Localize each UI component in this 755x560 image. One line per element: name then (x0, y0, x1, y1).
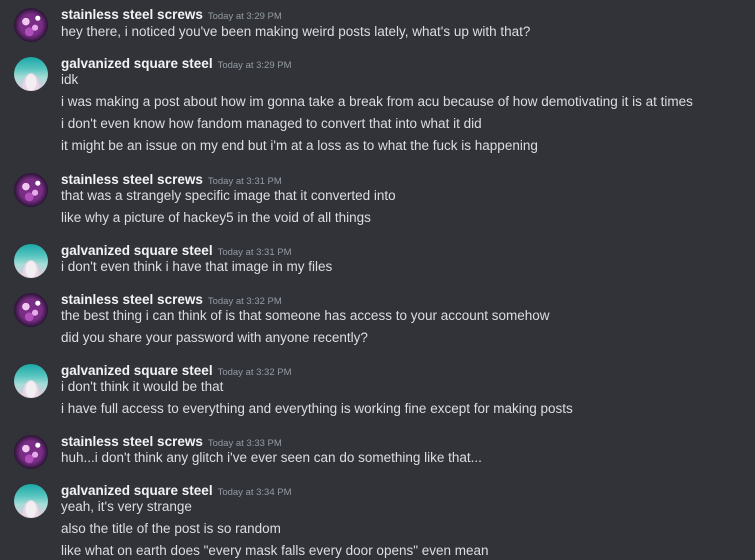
avatar[interactable] (14, 57, 48, 91)
message-text: the best thing i can think of is that so… (61, 308, 550, 323)
avatar[interactable] (14, 435, 48, 469)
timestamp: Today at 3:29 PM (217, 60, 292, 71)
username[interactable]: stainless steel screws (61, 7, 203, 22)
username[interactable]: stainless steel screws (61, 292, 203, 307)
message-text: i have full access to everything and eve… (61, 401, 573, 416)
message-header: stainless steel screws Today at 3:29 PM (61, 6, 282, 24)
username[interactable]: galvanized square steel (61, 363, 213, 378)
message-text: also the title of the post is so random (61, 521, 281, 536)
timestamp: Today at 3:31 PM (217, 247, 292, 258)
timestamp: Today at 3:34 PM (217, 487, 292, 498)
avatar[interactable] (14, 484, 48, 518)
message-text: it might be an issue on my end but i'm a… (61, 138, 538, 153)
username[interactable]: galvanized square steel (61, 56, 213, 71)
timestamp: Today at 3:32 PM (207, 296, 282, 307)
timestamp: Today at 3:29 PM (207, 11, 282, 22)
message-text: hey there, i noticed you've been making … (61, 24, 531, 39)
chat-message-list: stainless steel screws Today at 3:29 PM h… (0, 0, 755, 560)
message-text: huh...i don't think any glitch i've ever… (61, 450, 482, 465)
message-text: that was a strangely specific image that… (61, 188, 396, 203)
avatar[interactable] (14, 8, 48, 42)
message-text: yeah, it's very strange (61, 499, 192, 514)
message-text: i don't even think i have that image in … (61, 259, 333, 274)
message-text: i don't think it would be that (61, 379, 224, 394)
timestamp: Today at 3:31 PM (207, 176, 282, 187)
avatar[interactable] (14, 244, 48, 278)
username[interactable]: galvanized square steel (61, 243, 213, 258)
message-header: galvanized square steel Today at 3:29 PM (61, 55, 292, 73)
message-text: i don't even know how fandom managed to … (61, 116, 482, 131)
message-text: i was making a post about how im gonna t… (61, 94, 693, 109)
message-text: idk (61, 72, 79, 87)
message-text: did you share your password with anyone … (61, 330, 368, 345)
message-text: like why a picture of hackey5 in the voi… (61, 210, 371, 225)
username[interactable]: stainless steel screws (61, 172, 203, 187)
username[interactable]: stainless steel screws (61, 434, 203, 449)
message-text: like what on earth does "every mask fall… (61, 543, 489, 558)
timestamp: Today at 3:33 PM (207, 438, 282, 449)
timestamp: Today at 3:32 PM (217, 367, 292, 378)
avatar[interactable] (14, 364, 48, 398)
avatar[interactable] (14, 293, 48, 327)
username[interactable]: galvanized square steel (61, 483, 213, 498)
avatar[interactable] (14, 173, 48, 207)
